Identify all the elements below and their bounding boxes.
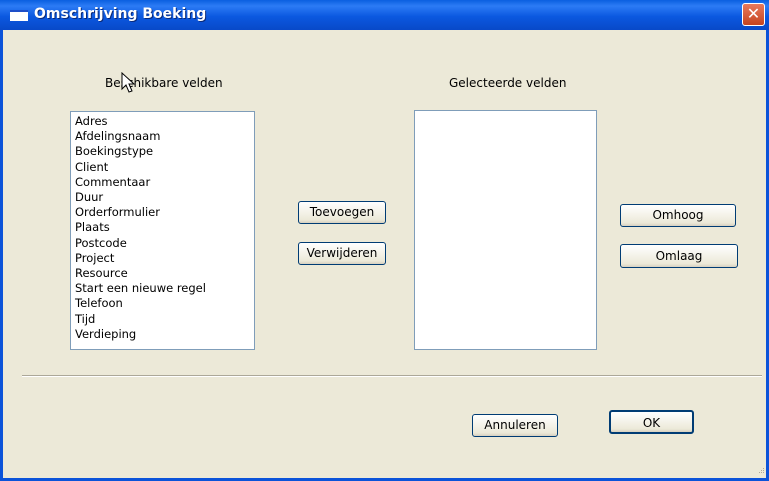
list-item[interactable]: Start een nieuwe regel: [71, 281, 254, 296]
divider: [22, 375, 762, 377]
list-item[interactable]: Project: [71, 251, 254, 266]
list-item[interactable]: Plaats: [71, 220, 254, 235]
resize-grip-icon[interactable]: [757, 466, 765, 474]
list-item[interactable]: Verdieping: [71, 327, 254, 342]
list-item[interactable]: Afdelingsnaam: [71, 129, 254, 144]
list-item[interactable]: Adres: [71, 114, 254, 129]
move-down-button[interactable]: Omlaag: [620, 244, 738, 268]
window-icon: [10, 10, 28, 21]
selected-fields-list[interactable]: [414, 110, 597, 350]
list-item[interactable]: Tijd: [71, 312, 254, 327]
list-item[interactable]: Postcode: [71, 236, 254, 251]
window-title: Omschrijving Boeking: [34, 6, 207, 22]
list-item[interactable]: Resource: [71, 266, 254, 281]
list-item[interactable]: Orderformulier: [71, 205, 254, 220]
cancel-button[interactable]: Annuleren: [472, 414, 558, 437]
selected-fields-label: Gelecteerde velden: [449, 76, 567, 90]
close-button[interactable]: ✕: [742, 3, 765, 26]
remove-button[interactable]: Verwijderen: [298, 242, 386, 265]
title-bar[interactable]: Omschrijving Boeking ✕: [0, 0, 769, 30]
list-item[interactable]: Telefoon: [71, 296, 254, 311]
list-item[interactable]: Boekingstype: [71, 144, 254, 159]
list-item[interactable]: Client: [71, 160, 254, 175]
move-up-button[interactable]: Omhoog: [620, 204, 736, 227]
add-button[interactable]: Toevoegen: [298, 201, 386, 224]
ok-button[interactable]: OK: [609, 410, 694, 434]
list-item[interactable]: Commentaar: [71, 175, 254, 190]
list-item[interactable]: Duur: [71, 190, 254, 205]
mouse-pointer-icon: [121, 72, 136, 93]
close-icon: ✕: [746, 4, 761, 23]
available-fields-list[interactable]: Adres Afdelingsnaam Boekingstype Client Comm…: [70, 111, 255, 350]
